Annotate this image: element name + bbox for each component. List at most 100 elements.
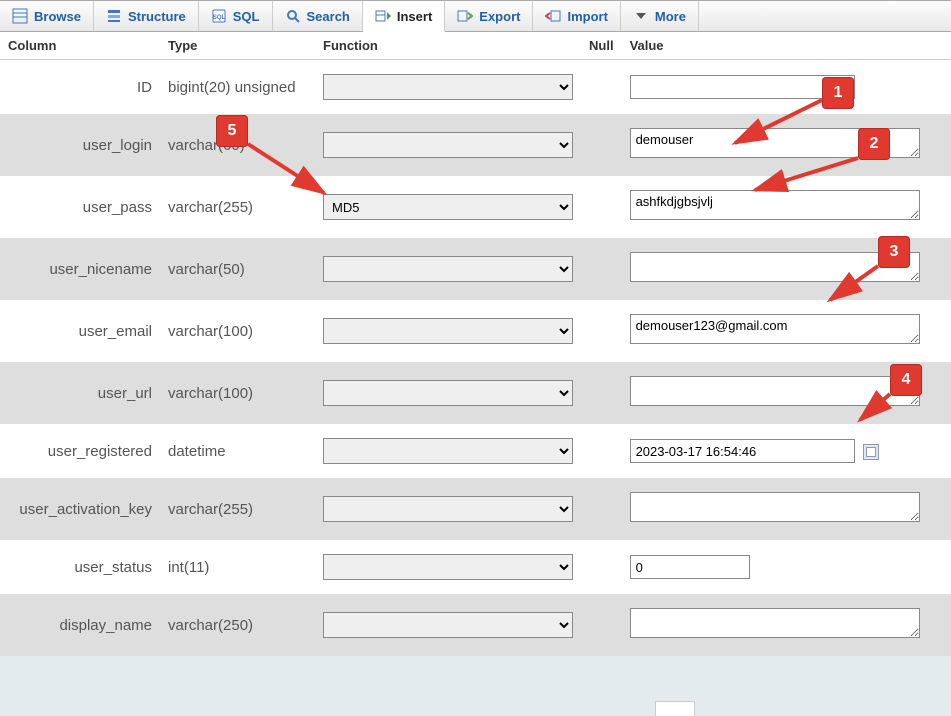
column-type: bigint(20) unsigned xyxy=(160,60,315,115)
bottom-bar xyxy=(0,656,951,716)
column-name: user_pass xyxy=(0,176,160,238)
more-icon xyxy=(633,8,649,24)
function-select[interactable] xyxy=(323,438,573,464)
callout-1: 1 xyxy=(822,77,854,109)
value-cell xyxy=(622,60,951,115)
tab-label: Insert xyxy=(397,9,432,24)
function-select[interactable] xyxy=(323,74,573,100)
header-type: Type xyxy=(160,32,315,60)
table-row: user_passvarchar(255) MD5 xyxy=(0,176,951,238)
callout-3: 3 xyxy=(878,236,910,268)
null-cell xyxy=(581,60,622,115)
value-cell xyxy=(622,478,951,540)
header-value: Value xyxy=(622,32,951,60)
tab-label: SQL xyxy=(233,9,260,24)
column-type: varchar(100) xyxy=(160,300,315,362)
export-icon xyxy=(457,8,473,24)
insert-icon xyxy=(375,8,391,24)
table-row: user_registereddatetime xyxy=(0,424,951,478)
column-name: user_activation_key xyxy=(0,478,160,540)
function-select[interactable]: MD5 xyxy=(323,194,573,220)
value-input[interactable] xyxy=(630,492,920,522)
function-cell xyxy=(315,300,581,362)
table-row: user_emailvarchar(100) xyxy=(0,300,951,362)
function-select[interactable] xyxy=(323,318,573,344)
null-cell xyxy=(581,362,622,424)
callout-4: 4 xyxy=(890,364,922,396)
function-select[interactable] xyxy=(323,256,573,282)
header-null: Null xyxy=(581,32,622,60)
value-cell xyxy=(622,424,951,478)
tabs-bar: Browse Structure SQL SQL Search Insert E… xyxy=(0,0,951,32)
tab-more[interactable]: More xyxy=(621,1,699,31)
table-row: display_namevarchar(250) xyxy=(0,594,951,656)
column-type: varchar(255) xyxy=(160,478,315,540)
column-name: user_status xyxy=(0,540,160,594)
function-select[interactable] xyxy=(323,554,573,580)
import-icon xyxy=(545,8,561,24)
null-cell xyxy=(581,594,622,656)
function-cell: MD5 xyxy=(315,176,581,238)
null-cell xyxy=(581,238,622,300)
function-select[interactable] xyxy=(323,132,573,158)
tab-structure[interactable]: Structure xyxy=(94,1,199,31)
function-cell xyxy=(315,540,581,594)
null-cell xyxy=(581,540,622,594)
table-row: user_nicenamevarchar(50) xyxy=(0,238,951,300)
calendar-icon[interactable] xyxy=(863,444,879,460)
tab-sql[interactable]: SQL SQL xyxy=(199,1,273,31)
table-row: user_loginvarchar(60) xyxy=(0,114,951,176)
column-name: display_name xyxy=(0,594,160,656)
tab-label: Structure xyxy=(128,9,186,24)
header-function: Function xyxy=(315,32,581,60)
value-input[interactable] xyxy=(630,252,920,282)
column-type: varchar(50) xyxy=(160,238,315,300)
column-name: user_url xyxy=(0,362,160,424)
value-input[interactable] xyxy=(630,608,920,638)
value-input[interactable] xyxy=(630,376,920,406)
null-cell xyxy=(581,300,622,362)
value-input[interactable] xyxy=(630,555,750,579)
function-cell xyxy=(315,238,581,300)
browse-icon xyxy=(12,8,28,24)
value-cell xyxy=(622,114,951,176)
function-cell xyxy=(315,114,581,176)
tab-import[interactable]: Import xyxy=(533,1,620,31)
value-cell xyxy=(622,300,951,362)
function-select[interactable] xyxy=(323,612,573,638)
callout-2: 2 xyxy=(858,128,890,160)
sql-icon: SQL xyxy=(211,8,227,24)
function-cell xyxy=(315,362,581,424)
value-input[interactable] xyxy=(630,314,920,344)
function-select[interactable] xyxy=(323,496,573,522)
table-row: IDbigint(20) unsigned xyxy=(0,60,951,115)
tab-label: Export xyxy=(479,9,520,24)
header-column: Column xyxy=(0,32,160,60)
tab-label: Browse xyxy=(34,9,81,24)
bottom-bar-toggle[interactable] xyxy=(655,701,695,716)
value-cell xyxy=(622,540,951,594)
tab-label: Search xyxy=(307,9,350,24)
tab-label: Import xyxy=(567,9,607,24)
column-name: user_email xyxy=(0,300,160,362)
value-input[interactable] xyxy=(630,75,855,99)
tab-export[interactable]: Export xyxy=(445,1,533,31)
tab-browse[interactable]: Browse xyxy=(0,1,94,31)
svg-text:SQL: SQL xyxy=(213,15,226,21)
function-cell xyxy=(315,424,581,478)
tab-search[interactable]: Search xyxy=(273,1,363,31)
column-name: user_nicename xyxy=(0,238,160,300)
function-select[interactable] xyxy=(323,380,573,406)
value-input[interactable] xyxy=(630,439,855,463)
value-input[interactable] xyxy=(630,190,920,220)
column-type: datetime xyxy=(160,424,315,478)
null-cell xyxy=(581,176,622,238)
value-cell xyxy=(622,594,951,656)
table-row: user_activation_keyvarchar(255) xyxy=(0,478,951,540)
value-cell xyxy=(622,176,951,238)
callout-5: 5 xyxy=(216,115,248,147)
column-type: varchar(100) xyxy=(160,362,315,424)
tab-insert[interactable]: Insert xyxy=(363,1,445,32)
structure-icon xyxy=(106,8,122,24)
column-type: varchar(255) xyxy=(160,176,315,238)
